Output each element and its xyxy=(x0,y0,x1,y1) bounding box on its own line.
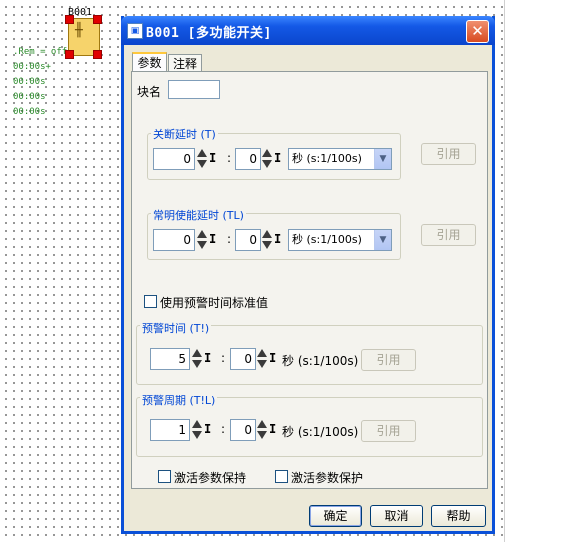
timer-readout: 00:00s xyxy=(13,107,46,117)
title-bar[interactable]: ▣ B001 [多功能开关] ✕ xyxy=(121,16,495,45)
spin-down-icon[interactable] xyxy=(262,241,272,249)
use-warning-default-checkbox[interactable] xyxy=(144,295,157,308)
spin-down-icon[interactable] xyxy=(257,360,267,368)
warning-period-seconds-input[interactable]: 1 xyxy=(150,419,190,441)
spin-up-icon[interactable] xyxy=(192,420,202,428)
fraction-spinner[interactable] xyxy=(262,148,272,170)
spin-up-icon[interactable] xyxy=(262,149,272,157)
timer-readout: 00:00s+ xyxy=(13,62,51,72)
warning-period-fraction-input[interactable]: 0 xyxy=(230,419,256,441)
colon-separator: : xyxy=(221,351,226,365)
colon-separator: : xyxy=(227,232,232,246)
colon-separator: : xyxy=(221,422,226,436)
spin-down-icon[interactable] xyxy=(197,160,207,168)
selection-handle[interactable] xyxy=(93,50,102,59)
dialog-title: B001 [多功能开关] xyxy=(146,26,272,41)
help-button[interactable]: 帮助 xyxy=(431,505,486,527)
spin-down-icon[interactable] xyxy=(262,160,272,168)
right-pane xyxy=(504,0,576,542)
unit-select-value: 秒 (s:1/100s) xyxy=(292,233,362,246)
rem-status: .Rem = off xyxy=(13,47,68,57)
unit-select-value: 秒 (s:1/100s) xyxy=(292,152,362,165)
chevron-down-icon[interactable]: ▼ xyxy=(374,230,391,250)
protection-label: 激活参数保护 xyxy=(291,471,364,485)
warning-time-seconds-input[interactable]: 5 xyxy=(150,348,190,370)
timer-readout: 00:00s xyxy=(13,92,46,102)
multifunction-switch-dialog: ▣ B001 [多功能开关] ✕ 参数 注释 块名 关断延时 (T) 0 I :… xyxy=(121,16,495,534)
reference-icon[interactable]: I xyxy=(274,232,281,246)
spin-up-icon[interactable] xyxy=(257,349,267,357)
permanent-light-label: 常明使能延时 (TL) xyxy=(151,207,246,223)
spin-up-icon[interactable] xyxy=(257,420,267,428)
app-icon: ▣ xyxy=(127,23,143,39)
permanent-light-seconds-input[interactable]: 0 xyxy=(153,229,195,251)
warning-time-unit: 秒 (s:1/100s) xyxy=(282,354,359,368)
colon-separator: : xyxy=(227,151,232,165)
reference-icon[interactable]: I xyxy=(204,422,211,436)
permanent-light-reference-button[interactable]: 引用 xyxy=(421,224,476,246)
spin-up-icon[interactable] xyxy=(197,149,207,157)
fraction-spinner[interactable] xyxy=(257,348,267,370)
reference-icon[interactable]: I xyxy=(274,151,281,165)
reference-icon[interactable]: I xyxy=(209,151,216,165)
warning-time-reference-button[interactable]: 引用 xyxy=(361,349,416,371)
spin-down-icon[interactable] xyxy=(192,360,202,368)
reference-icon[interactable]: I xyxy=(269,351,276,365)
spin-down-icon[interactable] xyxy=(257,431,267,439)
off-delay-seconds-input[interactable]: 0 xyxy=(153,148,195,170)
cancel-button[interactable]: 取消 xyxy=(370,505,423,527)
reference-icon[interactable]: I xyxy=(269,422,276,436)
warning-time-label: 预警时间 (T!) xyxy=(140,320,212,336)
selection-handle[interactable] xyxy=(65,15,74,24)
off-delay-fraction-input[interactable]: 0 xyxy=(235,148,261,170)
seconds-spinner[interactable] xyxy=(192,348,202,370)
fraction-spinner[interactable] xyxy=(257,419,267,441)
warning-period-reference-button[interactable]: 引用 xyxy=(361,420,416,442)
warning-period-label: 预警周期 (T!L) xyxy=(140,392,218,408)
seconds-spinner[interactable] xyxy=(192,419,202,441)
off-delay-unit-select[interactable]: 秒 (s:1/100s) ▼ xyxy=(288,148,392,170)
protection-checkbox[interactable] xyxy=(275,470,288,483)
warning-time-fraction-input[interactable]: 0 xyxy=(230,348,256,370)
use-warning-default-label: 使用预警时间标准值 xyxy=(160,296,269,310)
block-name-label: 块名 xyxy=(137,85,162,99)
spin-down-icon[interactable] xyxy=(192,431,202,439)
fraction-spinner[interactable] xyxy=(262,229,272,251)
seconds-spinner[interactable] xyxy=(197,148,207,170)
permanent-light-unit-select[interactable]: 秒 (s:1/100s) ▼ xyxy=(288,229,392,251)
permanent-light-fraction-input[interactable]: 0 xyxy=(235,229,261,251)
ok-button[interactable]: 确定 xyxy=(309,505,362,527)
retentive-checkbox[interactable] xyxy=(158,470,171,483)
spin-up-icon[interactable] xyxy=(192,349,202,357)
close-button[interactable]: ✕ xyxy=(466,20,489,43)
reference-icon[interactable]: I xyxy=(209,232,216,246)
block-name-input[interactable] xyxy=(168,80,220,99)
warning-period-unit: 秒 (s:1/100s) xyxy=(282,425,359,439)
retentive-label: 激活参数保持 xyxy=(174,471,247,485)
switch-symbol-icon: ╫ xyxy=(75,23,83,38)
spin-up-icon[interactable] xyxy=(262,230,272,238)
reference-icon[interactable]: I xyxy=(204,351,211,365)
spin-up-icon[interactable] xyxy=(197,230,207,238)
seconds-spinner[interactable] xyxy=(197,229,207,251)
selection-handle[interactable] xyxy=(93,15,102,24)
chevron-down-icon[interactable]: ▼ xyxy=(374,149,391,169)
spin-down-icon[interactable] xyxy=(197,241,207,249)
off-delay-reference-button[interactable]: 引用 xyxy=(421,143,476,165)
timer-readout: 00:00s xyxy=(13,77,46,87)
off-delay-label: 关断延时 (T) xyxy=(151,126,218,142)
